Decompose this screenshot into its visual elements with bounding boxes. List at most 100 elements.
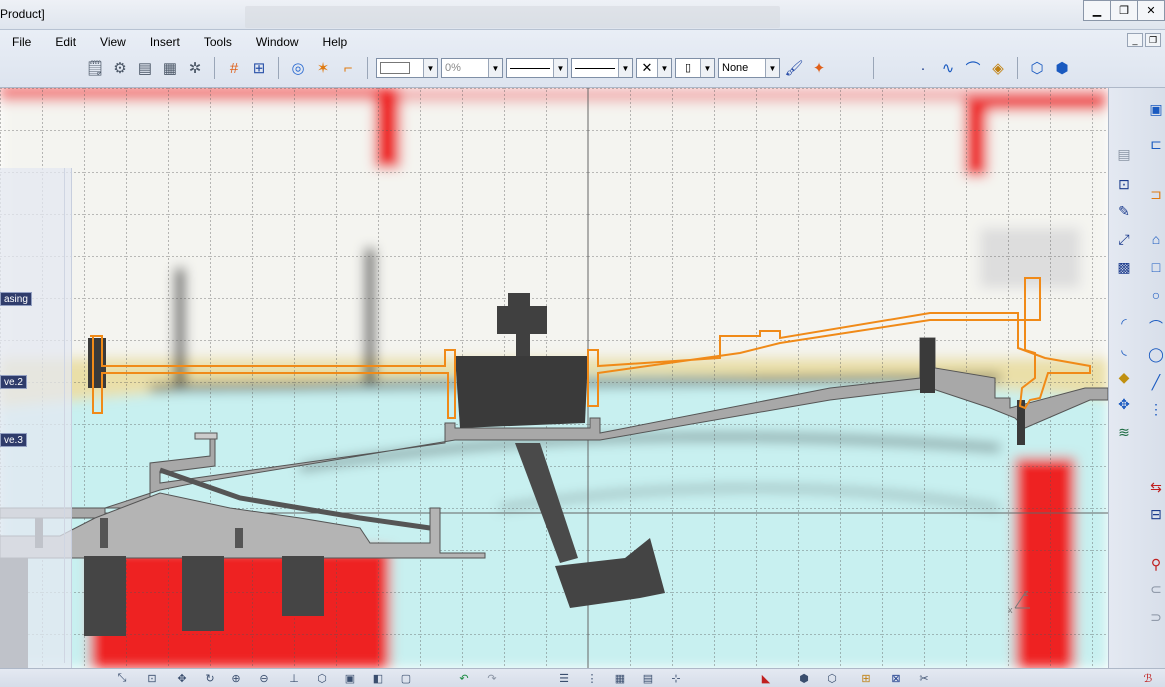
pan-icon[interactable]: ✥ bbox=[174, 671, 190, 686]
pattern-icon[interactable]: ▩ bbox=[1113, 256, 1135, 278]
corner-icon[interactable]: ◟ bbox=[1113, 338, 1135, 360]
spline-icon[interactable]: ⌒ bbox=[1145, 316, 1165, 338]
eraser-icon[interactable]: ◆ bbox=[1113, 366, 1135, 388]
analysis-icon[interactable]: ◎ bbox=[287, 57, 309, 79]
axis-icon[interactable]: ⤢ bbox=[1113, 228, 1135, 250]
minimize-button[interactable]: ▁ bbox=[1084, 1, 1111, 20]
tree-node-casing[interactable]: asing bbox=[0, 292, 32, 306]
mirror-icon[interactable]: ⊟ bbox=[1145, 503, 1165, 525]
chevron-down-icon[interactable]: ▼ bbox=[765, 59, 779, 77]
sketch-tool-icon[interactable]: ▣ bbox=[1145, 98, 1165, 120]
doc-minimize-button[interactable]: _ bbox=[1127, 33, 1143, 47]
line-thickness-combo[interactable]: ▼ bbox=[506, 58, 568, 78]
fillet-icon[interactable]: ⊂ bbox=[1145, 578, 1165, 600]
line-icon[interactable]: ╱ bbox=[1145, 371, 1165, 393]
magic-icon[interactable]: ✦ bbox=[808, 57, 830, 79]
menu-help[interactable]: Help bbox=[311, 32, 360, 52]
ellipse-icon[interactable]: ◯ bbox=[1145, 343, 1165, 365]
measure-icon[interactable]: ⊞ bbox=[858, 671, 874, 686]
circle-icon[interactable]: ○ bbox=[1145, 284, 1165, 306]
menu-view[interactable]: View bbox=[88, 32, 138, 52]
snap-grid-icon[interactable]: ⊞ bbox=[248, 57, 270, 79]
curve-icon[interactable]: ∿ bbox=[937, 57, 959, 79]
color-combo[interactable]: ▼ bbox=[376, 58, 438, 78]
window-controls: ▁ ❐ ✕ bbox=[1083, 0, 1165, 21]
layer-icon[interactable]: ≋ bbox=[1113, 421, 1135, 443]
properties-icon[interactable]: 🗒 bbox=[84, 57, 106, 79]
menu-insert[interactable]: Insert bbox=[138, 32, 192, 52]
snap-icon[interactable]: ⚲ bbox=[1145, 553, 1165, 575]
iso-view-icon[interactable]: ⬡ bbox=[314, 671, 330, 686]
fit-icon[interactable]: ⊡ bbox=[144, 671, 160, 686]
chevron-down-icon[interactable]: ▼ bbox=[618, 59, 632, 77]
undo-icon[interactable]: ↶ bbox=[456, 671, 472, 686]
point-icon[interactable]: · bbox=[912, 57, 934, 79]
chevron-down-icon[interactable]: ▼ bbox=[553, 59, 567, 77]
title-bar: Product] ▁ ❐ ✕ bbox=[0, 0, 1165, 30]
tree-node-curve-3[interactable]: ve.3 bbox=[0, 433, 27, 447]
line-type-combo[interactable]: ▼ bbox=[571, 58, 633, 78]
grid-icon[interactable]: # bbox=[223, 57, 245, 79]
arc-icon[interactable]: ◜ bbox=[1113, 312, 1135, 334]
chamfer-icon[interactable]: ⊃ bbox=[1145, 606, 1165, 628]
zoom-out-icon[interactable]: ⊖ bbox=[256, 671, 272, 686]
menu-tools[interactable]: Tools bbox=[192, 32, 244, 52]
tree-icon[interactable]: ⋮ bbox=[584, 671, 600, 686]
constraint-tool-icon[interactable]: ✥ bbox=[1113, 393, 1135, 415]
profile-icon[interactable]: ⊐ bbox=[1145, 183, 1165, 205]
hide-icon[interactable]: ▣ bbox=[342, 671, 358, 686]
transparency-combo[interactable]: 0% ▼ bbox=[441, 58, 503, 78]
list-icon[interactable]: ☰ bbox=[556, 671, 572, 686]
chevron-down-icon[interactable]: ▼ bbox=[488, 59, 502, 77]
chevron-down-icon[interactable]: ▼ bbox=[423, 59, 437, 77]
render-icon[interactable]: ▢ bbox=[398, 671, 414, 686]
compass-icon[interactable]: ⊹ bbox=[668, 671, 684, 686]
zoom-icon[interactable]: ⤡ bbox=[114, 671, 130, 686]
settings-icon[interactable]: ▤ bbox=[1113, 143, 1135, 165]
table-view-icon[interactable]: ▤ bbox=[640, 671, 656, 686]
rotate-icon[interactable]: ↻ bbox=[202, 671, 218, 686]
cube-icon[interactable]: ⬢ bbox=[796, 671, 812, 686]
layer-combo[interactable]: None ▼ bbox=[718, 58, 780, 78]
tree-node-curve-2[interactable]: ve.2 bbox=[0, 375, 27, 389]
grid-toggle-icon[interactable]: ▦ bbox=[612, 671, 628, 686]
rectangle-icon[interactable]: □ bbox=[1145, 256, 1165, 278]
parts-icon[interactable]: ⚙ bbox=[109, 57, 131, 79]
shading-icon[interactable]: ◧ bbox=[370, 671, 386, 686]
split-icon[interactable]: ✂ bbox=[916, 671, 932, 686]
paint-icon[interactable]: 🖌 bbox=[783, 57, 805, 79]
dimension-icon[interactable]: ⌐ bbox=[337, 57, 359, 79]
cube-outline-icon[interactable]: ⬡ bbox=[824, 671, 840, 686]
cut-icon[interactable]: ⊠ bbox=[888, 671, 904, 686]
cube-icon[interactable]: ⬡ bbox=[1026, 57, 1048, 79]
constraint-icon[interactable]: ✶ bbox=[312, 57, 334, 79]
restore-button[interactable]: ❐ bbox=[1111, 1, 1138, 20]
menu-window[interactable]: Window bbox=[244, 32, 311, 52]
menu-edit[interactable]: Edit bbox=[43, 32, 88, 52]
chevron-down-icon[interactable]: ▼ bbox=[700, 59, 714, 77]
transform-icon[interactable]: ⇆ bbox=[1145, 476, 1165, 498]
surface-icon[interactable]: ⌒ bbox=[962, 57, 984, 79]
point-tool-icon[interactable]: ⋮ bbox=[1145, 398, 1165, 420]
table-edit-icon[interactable]: ▦ bbox=[159, 57, 181, 79]
sketch-icon[interactable]: ◈ bbox=[987, 57, 1009, 79]
redo-icon[interactable]: ↷ bbox=[484, 671, 500, 686]
close-button[interactable]: ✕ bbox=[1138, 1, 1164, 20]
table-icon[interactable]: ▤ bbox=[134, 57, 156, 79]
polyline-icon[interactable]: ⌂ bbox=[1145, 228, 1165, 250]
gears-icon[interactable]: ✲ bbox=[184, 57, 206, 79]
frame-icon[interactable]: ⊡ bbox=[1113, 173, 1135, 195]
drawing-canvas[interactable]: x z asing ve.2 ve.3 bbox=[0, 88, 1108, 668]
line-tool-icon[interactable]: ⊏ bbox=[1145, 133, 1165, 155]
zoom-in-icon[interactable]: ⊕ bbox=[228, 671, 244, 686]
menu-file[interactable]: File bbox=[0, 32, 43, 52]
render-style-combo[interactable]: ▯ ▼ bbox=[675, 58, 715, 78]
doc-restore-button[interactable]: ❐ bbox=[1145, 33, 1161, 47]
layer-value: None bbox=[722, 62, 749, 74]
section-icon[interactable]: ◣ bbox=[758, 671, 774, 686]
chevron-down-icon[interactable]: ▼ bbox=[657, 59, 671, 77]
point-type-combo[interactable]: ✕ ▼ bbox=[636, 58, 672, 78]
normal-view-icon[interactable]: ⊥ bbox=[286, 671, 302, 686]
pencil-icon[interactable]: ✎ bbox=[1113, 200, 1135, 222]
cube-outline-icon[interactable]: ⬢ bbox=[1051, 57, 1073, 79]
